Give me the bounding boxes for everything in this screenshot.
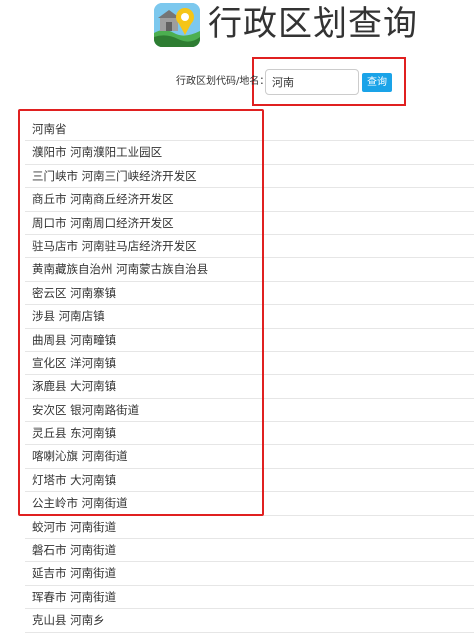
list-item: 涉县 河南店镇 (25, 305, 474, 329)
header: 行政区划查询 (0, 0, 474, 50)
list-item: 延吉市 河南街道 (25, 562, 474, 586)
list-item: 曲周县 河南疃镇 (25, 329, 474, 352)
list-item: 安次区 银河南路街道 (25, 399, 474, 423)
list-item: 灯塔市 大河南镇 (25, 469, 474, 493)
search-label: 行政区划代码/地名： (176, 76, 270, 87)
list-item: 河南省 (25, 118, 474, 142)
list-item: 克山县 河南乡 (25, 609, 474, 633)
list-item: 蛟河市 河南街道 (25, 516, 474, 540)
search-input[interactable] (265, 69, 359, 95)
list-item: 公主岭市 河南街道 (25, 492, 474, 516)
list-item: 密云区 河南寨镇 (25, 282, 474, 306)
list-item: 三门峡市 河南三门峡经济开发区 (25, 165, 474, 189)
list-item: 濮阳市 河南濮阳工业园区 (25, 141, 474, 165)
search-button[interactable]: 查询 (362, 73, 392, 92)
list-item: 喀喇沁旗 河南街道 (25, 445, 474, 469)
page: 行政区划查询 行政区划代码/地名： 查询 河南省濮阳市 河南濮阳工业园区三门峡市… (0, 0, 474, 635)
list-item: 涿鹿县 大河南镇 (25, 375, 474, 399)
list-item: 宣化区 洋河南镇 (25, 352, 474, 376)
list-item: 商丘市 河南商丘经济开发区 (25, 188, 474, 212)
list-item: 珲春市 河南街道 (25, 586, 474, 610)
results-list: 河南省 濮阳市 河南濮阳工业园区 三门峡市 河南三门峡经济开发区 商丘市 河南商丘经济… (25, 118, 474, 633)
list-item: 驻马店市 河南驻马店经济开发区 (25, 235, 474, 259)
map-pin-icon (154, 3, 200, 47)
list-item: 灵丘县 东河南镇 (25, 422, 474, 446)
app-title: 行政区划查询 (208, 4, 418, 44)
list-item: 周口市 河南周口经济开发区 (25, 212, 474, 235)
list-item: 磐石市 河南街道 (25, 539, 474, 563)
list-item: 黄南藏族自治州 河南蒙古族自治县 (25, 258, 474, 282)
